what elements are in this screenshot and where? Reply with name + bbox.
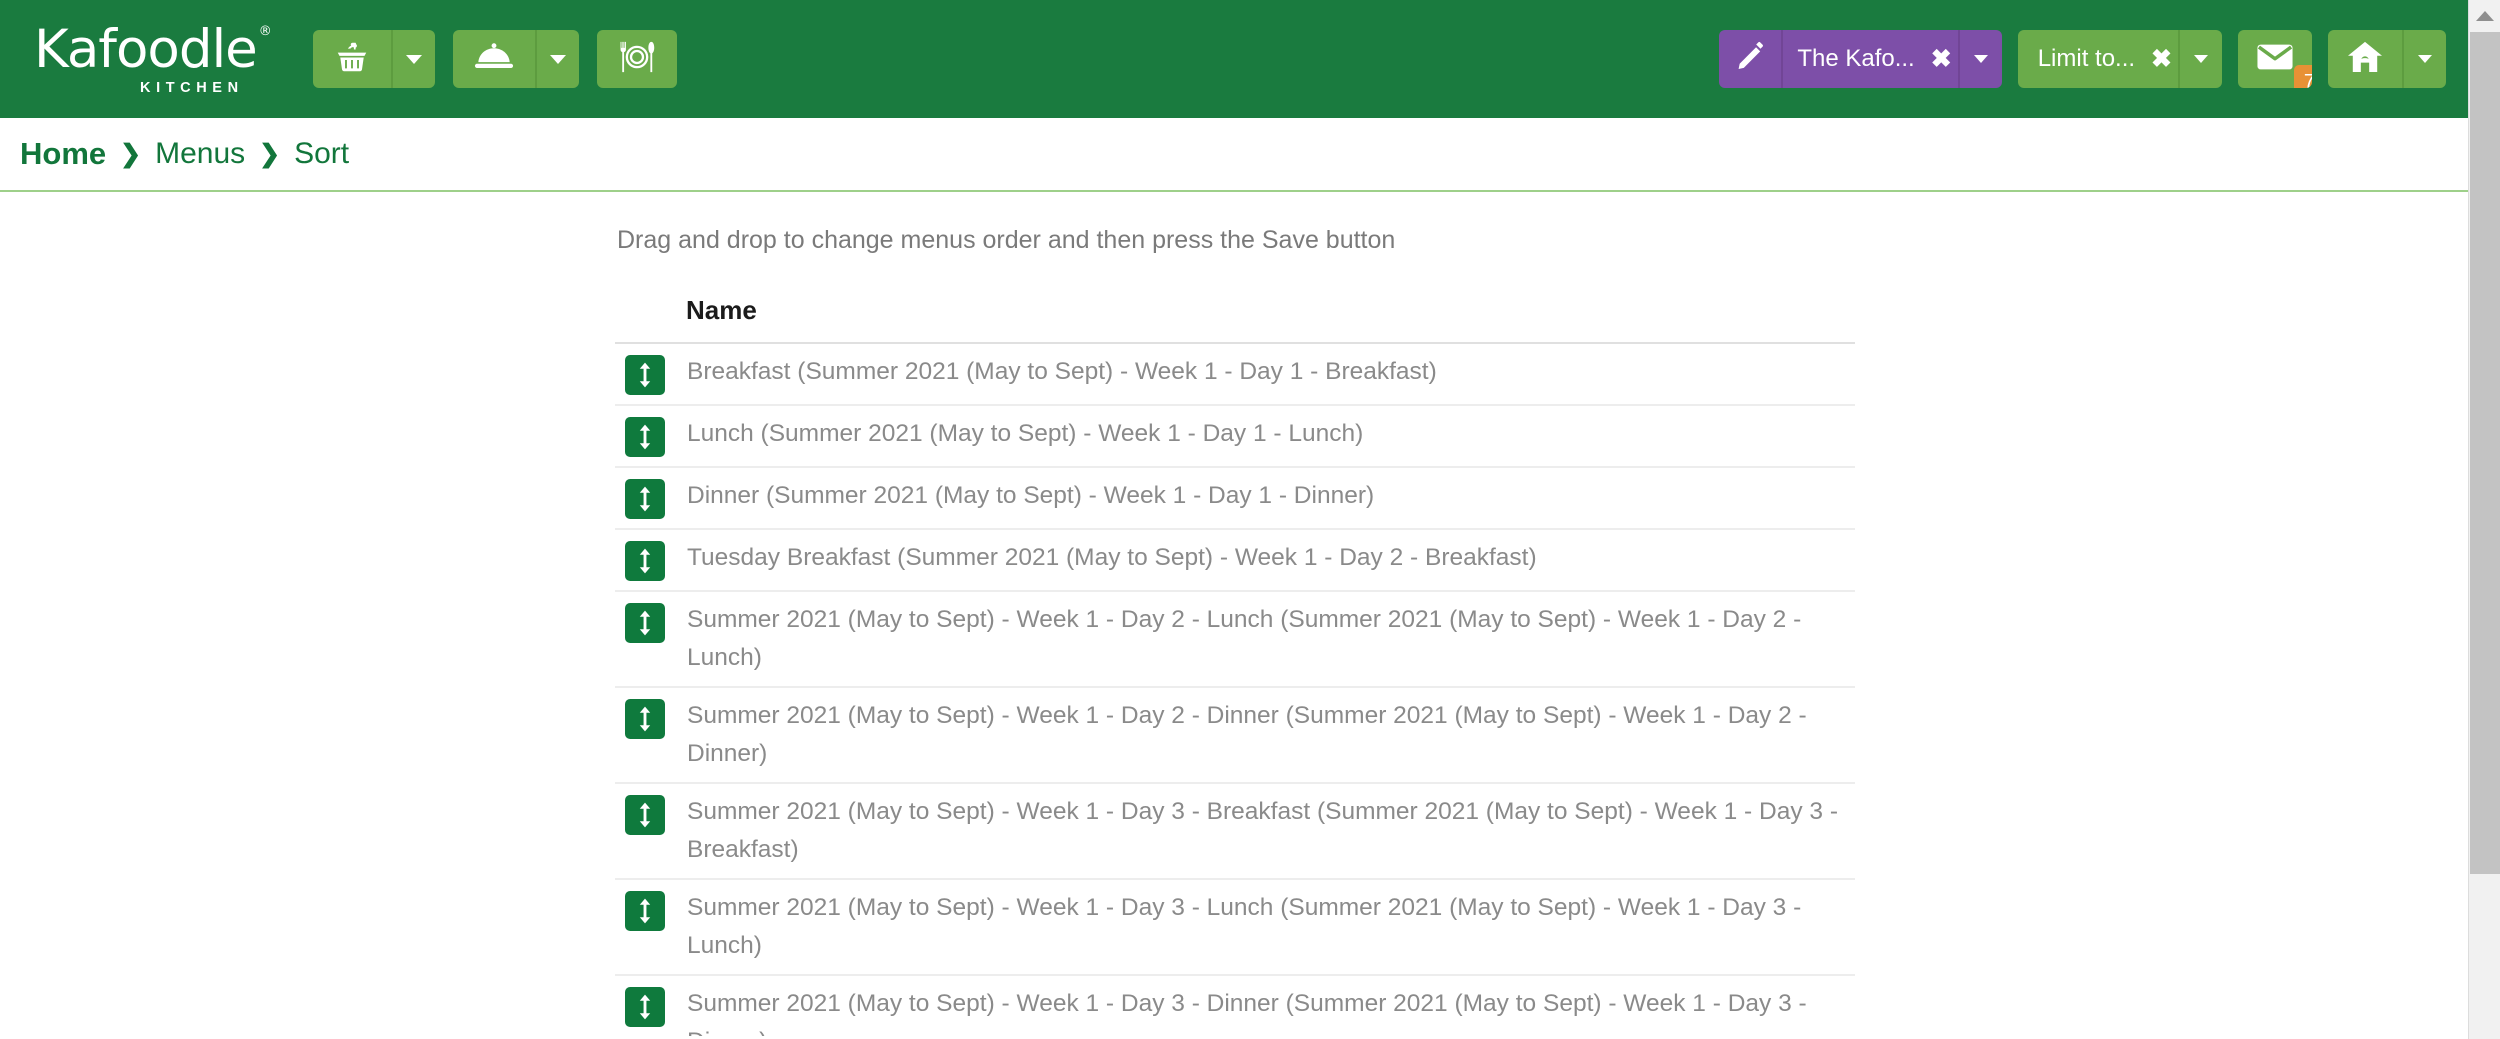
- chevron-down-icon: [549, 54, 566, 64]
- drag-drop-hint: Drag and drop to change menus order and …: [617, 226, 1396, 254]
- table-header-row: Name: [615, 285, 1855, 344]
- table-row[interactable]: Summer 2021 (May to Sept) - Week 1 - Day…: [615, 976, 1855, 1039]
- drag-handle[interactable]: [625, 417, 665, 457]
- triangle-up-icon: [2476, 11, 2494, 21]
- account-dropdown-toggle[interactable]: [1957, 30, 2002, 88]
- home-dropdown-toggle[interactable]: [2402, 30, 2446, 88]
- drag-updown-icon: [639, 706, 651, 732]
- browser-viewport: Kafoodle ® KITCHEN The Kafo... ✖ Limit t…: [0, 0, 2468, 1039]
- brand-wordmark: Kafoodle ®: [34, 22, 272, 77]
- table-row[interactable]: Summer 2021 (May to Sept) - Week 1 - Day…: [615, 688, 1855, 784]
- home-button[interactable]: [2328, 30, 2402, 88]
- menu-name-label: Summer 2021 (May to Sept) - Week 1 - Day…: [687, 798, 1838, 863]
- breadcrumb-item-sort[interactable]: Sort: [294, 137, 349, 171]
- plate-button-group: [596, 30, 677, 88]
- basket-button[interactable]: [312, 30, 391, 88]
- scroll-up-arrow[interactable]: [2469, 0, 2500, 32]
- cloche-button[interactable]: [452, 30, 535, 88]
- app-window: Kafoodle ® KITCHEN The Kafo... ✖ Limit t…: [0, 0, 2500, 1039]
- drag-updown-icon: [639, 898, 651, 924]
- filter-clear-icon[interactable]: ✖: [2151, 46, 2172, 72]
- breadcrumb-item-home[interactable]: Home: [20, 136, 106, 172]
- drag-updown-icon: [639, 802, 651, 828]
- drag-handle[interactable]: [625, 987, 665, 1027]
- cloche-button-group: [452, 30, 579, 88]
- brand-tagline: KITCHEN: [140, 79, 244, 96]
- brand-name-text: Kafoodle: [34, 18, 258, 80]
- table-row[interactable]: Summer 2021 (May to Sept) - Week 1 - Day…: [615, 592, 1855, 688]
- account-pill-group: The Kafo... ✖: [1719, 30, 2002, 88]
- menu-name-label: Tuesday Breakfast (Summer 2021 (May to S…: [687, 544, 1537, 571]
- menu-name-label: Summer 2021 (May to Sept) - Week 1 - Day…: [687, 606, 1802, 671]
- drag-handle[interactable]: [625, 891, 665, 931]
- menu-name-label: Dinner (Summer 2021 (May to Sept) - Week…: [687, 482, 1375, 509]
- messages-button-group: 7: [2238, 30, 2312, 88]
- top-navigation-bar: Kafoodle ® KITCHEN The Kafo... ✖ Limit t…: [0, 0, 2468, 118]
- messages-count-badge: 7: [2293, 65, 2312, 88]
- table-row[interactable]: Summer 2021 (May to Sept) - Week 1 - Day…: [615, 784, 1855, 880]
- drag-updown-icon: [639, 994, 651, 1020]
- breadcrumb-separator-icon: ❯: [120, 139, 142, 168]
- table-row[interactable]: Tuesday Breakfast (Summer 2021 (May to S…: [615, 530, 1855, 592]
- table-row[interactable]: Summer 2021 (May to Sept) - Week 1 - Day…: [615, 880, 1855, 976]
- messages-button[interactable]: 7: [2238, 30, 2312, 88]
- drag-handle[interactable]: [625, 479, 665, 519]
- kafoodle-logo[interactable]: Kafoodle ® KITCHEN: [34, 22, 272, 96]
- main-content: Drag and drop to change menus order and …: [0, 192, 2468, 1039]
- plate-cutlery-icon: [617, 38, 657, 81]
- account-edit-button[interactable]: [1719, 30, 1782, 88]
- filter-pill-group: Limit to... ✖: [2017, 30, 2222, 88]
- drag-handle[interactable]: [625, 699, 665, 739]
- sortable-rows-list: Breakfast (Summer 2021 (May to Sept) - W…: [615, 344, 1855, 1039]
- account-clear-icon[interactable]: ✖: [1931, 46, 1952, 72]
- drag-updown-icon: [639, 548, 651, 574]
- chevron-down-icon: [1973, 55, 1988, 63]
- drag-handle[interactable]: [625, 603, 665, 643]
- plate-button[interactable]: [596, 30, 677, 88]
- secondary-nav-buttons: The Kafo... ✖ Limit to... ✖ 7: [1719, 30, 2446, 88]
- table-row[interactable]: Breakfast (Summer 2021 (May to Sept) - W…: [615, 344, 1855, 406]
- drag-updown-icon: [639, 486, 651, 512]
- primary-nav-buttons: [312, 30, 677, 88]
- chevron-down-icon: [2418, 55, 2432, 63]
- breadcrumb: Home ❯ Menus ❯ Sort: [0, 118, 2468, 192]
- account-name-button[interactable]: The Kafo... ✖: [1781, 30, 1958, 88]
- account-name-label: The Kafo...: [1797, 45, 1915, 72]
- filter-label: Limit to...: [2037, 45, 2136, 72]
- filter-dropdown-toggle[interactable]: [2178, 30, 2222, 88]
- drag-updown-icon: [639, 362, 651, 388]
- column-header-name: Name: [686, 295, 757, 325]
- basket-dropdown-toggle[interactable]: [390, 30, 435, 88]
- registered-mark-icon: ®: [258, 23, 272, 39]
- menu-name-label: Lunch (Summer 2021 (May to Sept) - Week …: [687, 420, 1364, 447]
- home-button-group: [2328, 30, 2446, 88]
- drag-updown-icon: [639, 424, 651, 450]
- drag-handle[interactable]: [625, 795, 665, 835]
- cloche-icon: [473, 38, 515, 81]
- drag-handle[interactable]: [625, 541, 665, 581]
- drag-updown-icon: [639, 610, 651, 636]
- chevron-down-icon: [2194, 55, 2208, 63]
- breadcrumb-item-menus[interactable]: Menus: [155, 137, 245, 171]
- table-row[interactable]: Lunch (Summer 2021 (May to Sept) - Week …: [615, 406, 1855, 468]
- vertical-scrollbar[interactable]: [2468, 0, 2500, 1039]
- home-icon: [2346, 40, 2384, 79]
- breadcrumb-separator-icon: ❯: [259, 139, 281, 168]
- drag-handle[interactable]: [625, 355, 665, 395]
- basket-icon: [333, 38, 371, 81]
- menu-name-label: Summer 2021 (May to Sept) - Week 1 - Day…: [687, 702, 1807, 767]
- menu-name-label: Summer 2021 (May to Sept) - Week 1 - Day…: [687, 990, 1807, 1039]
- basket-button-group: [312, 30, 435, 88]
- table-row[interactable]: Dinner (Summer 2021 (May to Sept) - Week…: [615, 468, 1855, 530]
- scrollbar-thumb[interactable]: [2470, 32, 2500, 874]
- menus-sort-table: Name Breakfast (Summer 2021 (May to Sept…: [615, 285, 1855, 1039]
- cloche-dropdown-toggle[interactable]: [534, 30, 579, 88]
- menu-name-label: Breakfast (Summer 2021 (May to Sept) - W…: [687, 358, 1437, 385]
- menu-name-label: Summer 2021 (May to Sept) - Week 1 - Day…: [687, 894, 1802, 959]
- chevron-down-icon: [405, 54, 422, 64]
- pencil-icon: [1735, 41, 1767, 78]
- filter-label-button[interactable]: Limit to... ✖: [2017, 30, 2178, 88]
- mail-icon: [2256, 42, 2294, 77]
